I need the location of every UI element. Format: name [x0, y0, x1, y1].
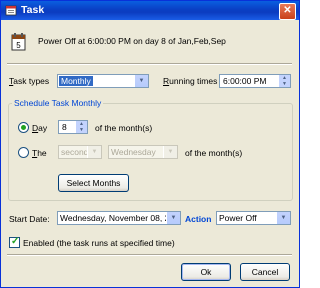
task-types-select[interactable]: Monthly ▼ [57, 74, 149, 88]
task-types-label: Task types [9, 76, 50, 86]
weekday-select[interactable]: Wednesday ▼ [108, 145, 178, 159]
chevron-down-icon[interactable]: ▼ [87, 146, 101, 158]
close-button[interactable]: ✕ [279, 3, 296, 20]
divider [7, 254, 292, 256]
start-date-value: Wednesday, November 08, 2 [60, 213, 168, 223]
chevron-down-icon[interactable]: ▼ [276, 212, 290, 224]
schedule-group-title: Schedule Task Monthly [12, 98, 104, 108]
task-app-icon [5, 5, 17, 16]
task-summary: Power Off at 6:00:00 PM on day 8 of Jan,… [38, 36, 226, 46]
cancel-button[interactable]: Cancel [240, 263, 290, 281]
day-spinner[interactable]: 8 ▲ ▼ [58, 120, 88, 134]
enabled-label[interactable]: Enabled (the task runs at specified time… [23, 238, 175, 248]
the-suffix-label: of the month(s) [185, 148, 243, 158]
weekday-value: Wednesday [111, 147, 156, 157]
chevron-down-icon[interactable]: ▼ [163, 146, 177, 158]
ok-button[interactable]: Ok [181, 263, 231, 281]
enabled-checkbox[interactable]: ✓ [9, 236, 20, 248]
spin-down-icon[interactable]: ▼ [279, 81, 290, 87]
the-radio-label[interactable]: The [32, 148, 47, 158]
divider [7, 63, 292, 65]
ordinal-value: second [61, 147, 89, 157]
spin-down-icon[interactable]: ▼ [76, 127, 87, 133]
radio-selected-dot [21, 125, 26, 130]
action-select[interactable]: Power Off ▼ [216, 211, 291, 225]
window-title: Task [21, 4, 45, 16]
task-dialog: Task ✕ 5 Power Off at 6:00:00 PM on day … [0, 0, 300, 288]
chevron-down-icon[interactable]: ▼ [166, 212, 180, 224]
task-types-value: Monthly [59, 76, 93, 86]
day-radio-label[interactable]: Day [32, 123, 47, 133]
calendar-task-icon: 5 [11, 33, 26, 51]
start-date-label: Start Date: [9, 214, 50, 224]
checkmark-icon: ✓ [11, 236, 20, 247]
the-radio[interactable] [18, 147, 29, 158]
chevron-down-icon[interactable]: ▼ [134, 75, 148, 87]
running-times-label: Running times [163, 76, 218, 86]
select-months-button[interactable]: Select Months [58, 174, 129, 192]
action-value: Power Off [219, 213, 257, 223]
close-icon: ✕ [283, 5, 292, 16]
svg-text:5: 5 [16, 41, 21, 50]
title-bar[interactable]: Task ✕ [1, 1, 299, 20]
day-value: 8 [62, 122, 67, 132]
day-suffix-label: of the month(s) [95, 123, 153, 133]
running-times-value: 6:00:00 PM [223, 76, 267, 86]
start-date-picker[interactable]: Wednesday, November 08, 2 ▼ [57, 211, 181, 225]
running-times-spinner[interactable]: 6:00:00 PM ▲ ▼ [219, 74, 291, 88]
action-label: Action [185, 214, 212, 224]
day-radio[interactable] [18, 122, 29, 133]
ordinal-select[interactable]: second ▼ [58, 145, 102, 159]
